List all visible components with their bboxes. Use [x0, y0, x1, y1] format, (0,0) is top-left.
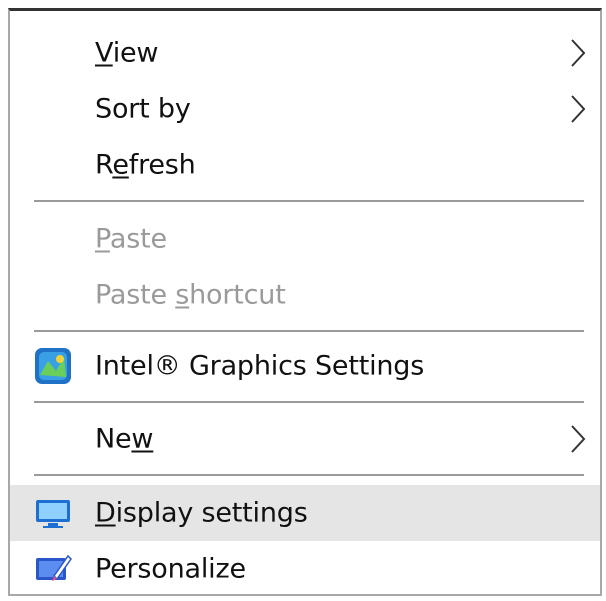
menu-separator — [34, 474, 584, 476]
display-icon — [36, 500, 70, 528]
menu-item-label: Refresh — [95, 149, 196, 181]
menu-separator — [34, 330, 584, 332]
menu-item-paste[interactable]: Paste — [10, 211, 600, 267]
menu-item-display-settings[interactable]: Display settings — [10, 485, 600, 541]
menu-item-personalize[interactable]: Personalize — [10, 541, 600, 597]
chevron-right-icon — [571, 39, 586, 67]
personalize-icon — [36, 554, 72, 581]
menu-item-label: Paste shortcut — [95, 279, 286, 311]
menu-separator — [34, 401, 584, 403]
chevron-right-icon — [571, 425, 586, 453]
menu-item-label: Personalize — [95, 553, 246, 585]
menu-item-view[interactable]: View — [10, 25, 600, 81]
menu-item-label: Sort by — [95, 93, 191, 125]
menu-item-new[interactable]: New — [10, 411, 600, 467]
chevron-right-icon — [571, 95, 586, 123]
menu-item-refresh[interactable]: Refresh — [10, 137, 600, 193]
menu-item-label: Intel® Graphics Settings — [95, 350, 425, 382]
menu-item-paste-shortcut[interactable]: Paste shortcut — [10, 267, 600, 323]
menu-item-intel-graphics[interactable]: Intel® Graphics Settings — [10, 338, 600, 394]
menu-item-label: Paste — [95, 223, 167, 255]
menu-item-sort-by[interactable]: Sort by — [10, 81, 600, 137]
menu-item-label: View — [95, 37, 159, 69]
intel-graphics-icon — [35, 348, 71, 384]
menu-separator — [34, 200, 584, 202]
menu-item-label: Display settings — [95, 497, 308, 529]
menu-item-label: New — [95, 423, 154, 455]
desktop-context-menu: View Sort by Refresh Paste Paste shortcu… — [8, 8, 602, 596]
